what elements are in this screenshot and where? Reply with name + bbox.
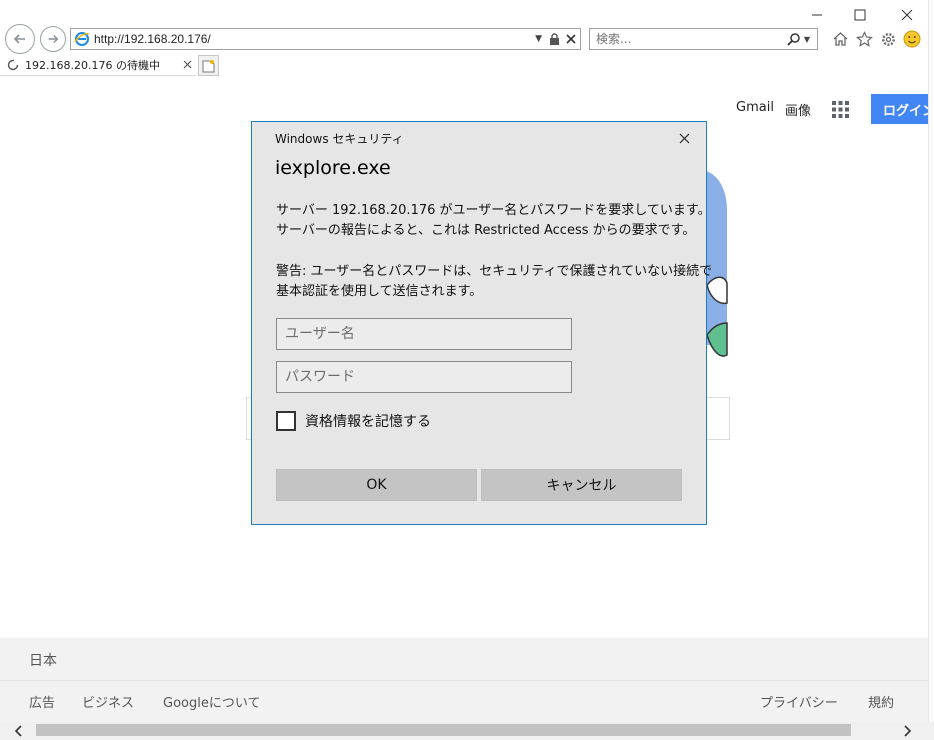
close-icon	[679, 133, 689, 143]
browser-tab[interactable]: 192.168.20.176 の待機中	[0, 54, 196, 76]
remember-credentials-label[interactable]: 資格情報を記憶する	[305, 411, 431, 431]
forward-arrow-icon	[48, 35, 59, 43]
tab-close-icon[interactable]	[183, 60, 192, 69]
ok-button[interactable]: OK	[276, 469, 477, 501]
login-button[interactable]: ログイン	[871, 94, 934, 124]
scrollbar-thumb[interactable]	[36, 724, 851, 736]
cancel-button[interactable]: キャンセル	[481, 469, 682, 501]
home-icon[interactable]	[831, 30, 849, 48]
maximize-icon[interactable]	[849, 6, 871, 24]
search-box[interactable]: ▼	[589, 28, 818, 50]
window-edge	[928, 0, 934, 740]
dialog-title: iexplore.exe	[275, 157, 391, 179]
favorites-star-icon[interactable]	[855, 30, 873, 48]
dialog-warning-line-2: 基本認証を使用して送信されます。	[276, 284, 483, 299]
dialog-close-button[interactable]	[673, 128, 695, 148]
tab-title: 192.168.20.176 の待機中	[25, 58, 160, 72]
dialog-caption: Windows セキュリティ	[275, 132, 404, 146]
username-input[interactable]	[276, 318, 572, 350]
images-link[interactable]: 画像	[785, 100, 811, 119]
dialog-message-line-2: サーバーの報告によると、これは Restricted Access からの要求で…	[276, 223, 696, 238]
dropdown-icon[interactable]: ▼	[535, 34, 542, 44]
window-close-icon[interactable]	[896, 6, 918, 24]
back-arrow-icon	[13, 34, 25, 44]
footer-link-ads[interactable]: 広告	[29, 692, 55, 711]
dialog-warning-line-1: 警告: ユーザー名とパスワードは、セキュリティで保護されていない接続で	[276, 264, 713, 279]
new-tab-button[interactable]	[198, 55, 219, 76]
smiley-feedback-icon[interactable]	[903, 30, 921, 48]
ie-page-icon	[74, 32, 90, 46]
security-dialog: Windows セキュリティ iexplore.exe サーバー 192.168…	[251, 121, 712, 525]
address-bar[interactable]: http://192.168.20.176/ ▼	[70, 28, 581, 50]
lock-icon[interactable]	[549, 33, 560, 45]
settings-gear-icon[interactable]	[879, 30, 897, 48]
search-dropdown-icon[interactable]: ▼	[804, 35, 810, 44]
scroll-left-icon[interactable]	[14, 725, 22, 737]
footer-link-business[interactable]: ビジネス	[82, 692, 134, 711]
minimize-icon[interactable]	[806, 6, 828, 24]
footer-link-terms[interactable]: 規約	[868, 692, 894, 711]
dialog-message-line-1: サーバー 192.168.20.176 がユーザー名とパスワードを要求しています…	[276, 203, 711, 218]
back-button[interactable]	[5, 24, 35, 54]
remember-credentials-checkbox[interactable]	[276, 411, 296, 431]
footer-divider	[0, 680, 928, 681]
gmail-link[interactable]: Gmail	[736, 100, 774, 115]
scroll-right-icon[interactable]	[904, 725, 912, 737]
loading-spinner-icon	[7, 59, 19, 70]
apps-grid-icon[interactable]	[832, 101, 849, 118]
password-input[interactable]	[276, 361, 572, 393]
footer-link-about[interactable]: Googleについて	[163, 692, 260, 711]
new-tab-icon	[202, 59, 215, 72]
search-input[interactable]	[590, 30, 787, 48]
search-icon[interactable]	[787, 32, 801, 46]
footer-country: 日本	[29, 653, 57, 669]
footer-link-privacy[interactable]: プライバシー	[760, 692, 838, 711]
forward-button[interactable]	[40, 26, 66, 52]
address-url[interactable]: http://192.168.20.176/	[94, 32, 535, 46]
stop-icon[interactable]	[566, 34, 576, 44]
